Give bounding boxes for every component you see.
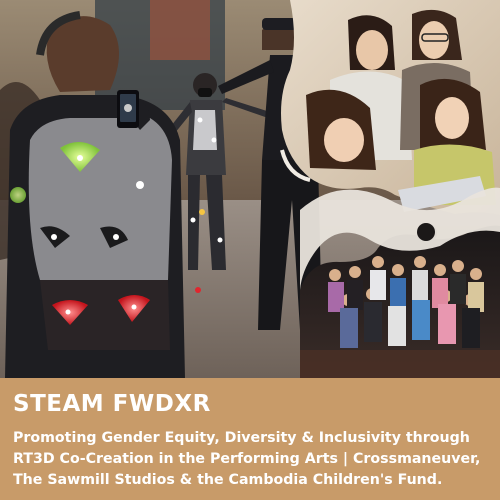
banner-title: STEAM FWDXR [13,391,211,417]
photo-collage [0,0,500,378]
subtitle-line: The Sawmill Studios & the Cambodia Child… [13,472,443,488]
collage-illustration [0,0,500,378]
banner-subtitle: Promoting Gender Equity, Diversity & Inc… [13,428,493,491]
subtitle-line: RT3D Co-Creation in the Performing Arts … [13,451,481,467]
subtitle-line: Promoting Gender Equity, Diversity & Inc… [13,430,470,446]
